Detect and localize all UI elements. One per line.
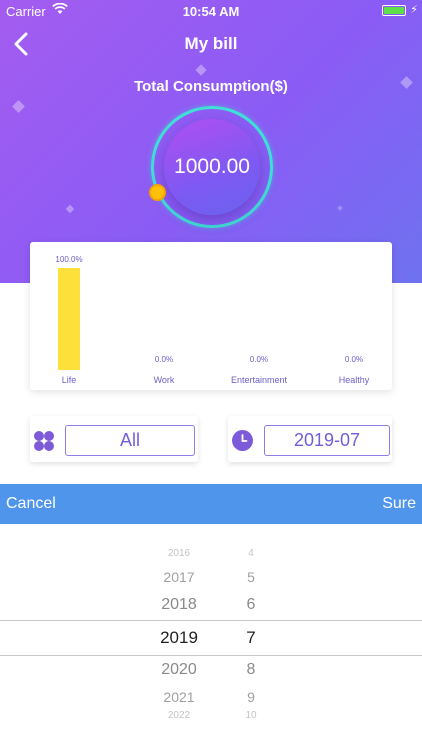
category-label: Work	[154, 375, 175, 385]
date-picker-wheel[interactable]: 2016 2017 2018 2019 2020 2021 2022 4 5 6 7 8 9 10	[0, 524, 422, 750]
category-filter[interactable]: All	[30, 416, 198, 462]
decor-diamond	[337, 205, 343, 211]
decor-diamond	[12, 100, 25, 113]
date-select[interactable]: 2019-07	[264, 425, 390, 456]
month-option[interactable]: 10	[201, 710, 301, 721]
charging-icon: ⚡	[410, 4, 418, 16]
month-option[interactable]: 4	[201, 548, 301, 559]
decor-diamond	[195, 64, 207, 76]
month-option[interactable]: 7	[201, 628, 301, 648]
total-consumption-label: Total Consumption($)	[134, 78, 288, 95]
decor-diamond	[65, 204, 75, 214]
month-wheel[interactable]: 4 5 6 7 8 9 10	[201, 524, 301, 750]
page-title: My bill	[184, 34, 238, 53]
category-bar-chart: 100.0% Life 0.0% Work 0.0% Entertainment 0.0% H…	[30, 242, 392, 390]
bar-life	[58, 268, 80, 370]
picker-toolbar: Cancel Sure	[0, 484, 422, 524]
battery-icon	[382, 5, 406, 16]
clover-icon	[34, 431, 54, 451]
category-label: Healthy	[339, 375, 370, 385]
cancel-button[interactable]: Cancel	[6, 495, 56, 513]
bar-value-label: 0.0%	[155, 355, 173, 364]
month-option[interactable]: 5	[201, 569, 301, 585]
month-option[interactable]: 6	[201, 596, 301, 614]
bar-value-label: 0.0%	[345, 355, 363, 364]
consumption-gauge: 1000.00	[149, 106, 273, 228]
category-label: Life	[62, 375, 77, 385]
category-select[interactable]: All	[65, 425, 195, 456]
status-bar: Carrier 10:54 AM ⚡	[0, 0, 422, 22]
month-option[interactable]: 9	[201, 689, 301, 705]
category-label: Entertainment	[231, 375, 288, 385]
total-consumption-value: 1000.00	[174, 155, 250, 178]
gauge-knob[interactable]	[149, 184, 166, 201]
bar-value-label: 0.0%	[250, 355, 268, 364]
chart-svg: 100.0% Life 0.0% Work 0.0% Entertainment 0.0% H…	[55, 255, 370, 385]
date-filter[interactable]: 2019-07	[228, 416, 392, 462]
month-option[interactable]: 8	[201, 661, 301, 679]
bar-value-label: 100.0%	[55, 255, 82, 264]
clock-icon	[232, 430, 253, 451]
clock-time: 10:54 AM	[182, 4, 240, 19]
sure-button[interactable]: Sure	[382, 495, 416, 513]
